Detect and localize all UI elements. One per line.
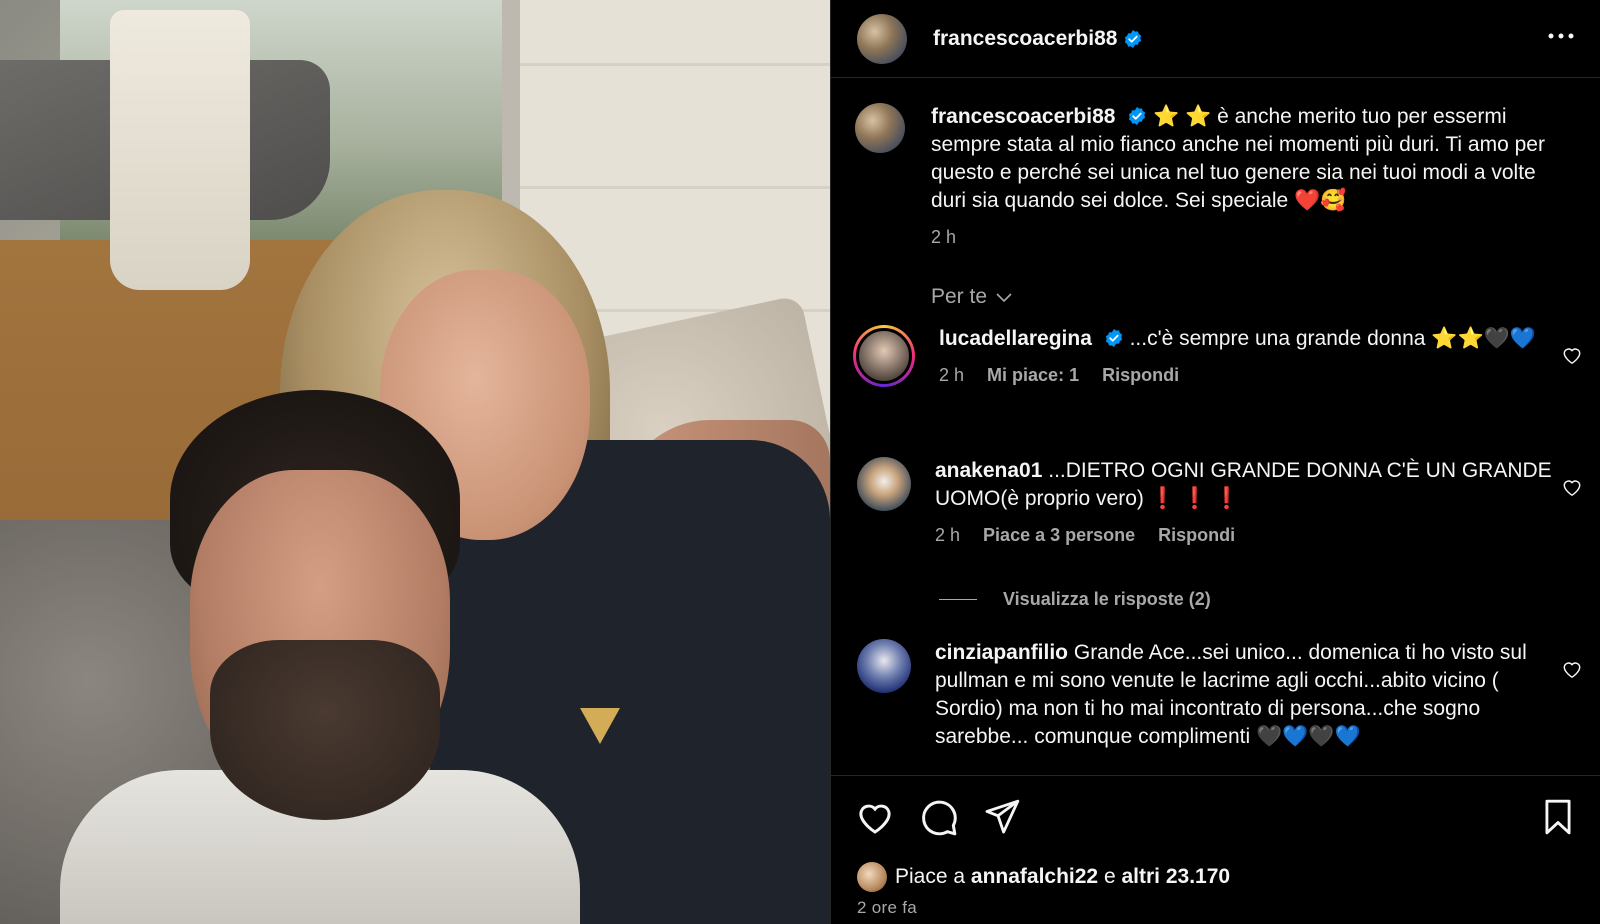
comments-list[interactable]: francescoacerbi88 ⭐ ⭐ è anche merito tuo… [831, 79, 1600, 774]
post-side-panel: francescoacerbi88 francescoacerbi88 ⭐ ⭐ … [830, 0, 1600, 924]
caption-author-avatar[interactable] [855, 103, 905, 153]
caption-meta: 2 h [931, 227, 1561, 248]
liker-avatar[interactable] [857, 862, 887, 892]
verified-badge-icon [1129, 107, 1146, 125]
comment-time[interactable]: 2 h [935, 525, 960, 545]
photo-chair [110, 10, 250, 290]
post-header: francescoacerbi88 [831, 0, 1600, 78]
like-comment-heart-icon[interactable] [1561, 345, 1583, 365]
reply-button[interactable]: Rispondi [1158, 525, 1235, 545]
verified-badge-icon [1125, 29, 1142, 48]
view-replies-label: Visualizza le risposte (2) [1003, 589, 1211, 609]
liker-username[interactable]: annafalchi22 [971, 865, 1098, 889]
comment-text-block: anakena01 ...DIETRO OGNI GRANDE DONNA C'… [935, 457, 1555, 513]
commenter-avatar[interactable] [857, 457, 911, 511]
post-actions-bar: Piace a annafalchi22 e altri 23.170 2 or… [831, 775, 1600, 924]
like-heart-icon[interactable] [855, 798, 895, 836]
comment-likes-count[interactable]: Piace a 3 persone [983, 525, 1135, 545]
likes-joiner: e [1103, 865, 1116, 888]
comment-text: ...c'è sempre una grande donna ⭐⭐🖤💙 [1129, 327, 1536, 350]
comments-filter-label: Per te [931, 285, 988, 308]
comment-item: anakena01 ...DIETRO OGNI GRANDE DONNA C'… [853, 457, 1583, 546]
comment-item: cinziapanfilio Grande Ace...sei unico...… [853, 639, 1583, 751]
replies-divider [939, 599, 977, 600]
photo-man-beard [210, 640, 440, 820]
like-comment-heart-icon[interactable] [1561, 477, 1583, 497]
save-bookmark-icon[interactable] [1541, 798, 1575, 836]
comments-filter-dropdown[interactable]: Per te [931, 285, 1013, 309]
commenter-avatar[interactable] [857, 639, 911, 693]
comment-text-block: cinziapanfilio Grande Ace...sei unico...… [935, 639, 1555, 751]
post-photo[interactable] [0, 0, 830, 924]
post-timestamp[interactable]: 2 ore fa [857, 898, 917, 918]
comment-text-block: lucadellaregina ...c'è sempre una grande… [939, 325, 1559, 353]
likes-others-count[interactable]: altri 23.170 [1122, 865, 1231, 889]
comment-item: lucadellaregina ...c'è sempre una grande… [853, 325, 1583, 387]
caption-text-block: francescoacerbi88 ⭐ ⭐ è anche merito tuo… [931, 103, 1561, 215]
author-avatar[interactable] [857, 13, 907, 64]
reply-button[interactable]: Rispondi [1102, 365, 1179, 385]
caption-time[interactable]: 2 h [931, 227, 956, 247]
comment-bubble-icon[interactable] [919, 798, 959, 838]
verified-badge-icon [1105, 329, 1122, 347]
commenter-avatar-story-ring[interactable] [853, 325, 915, 387]
more-options-icon[interactable] [1546, 26, 1576, 46]
comment-username[interactable]: lucadellaregina [939, 327, 1092, 350]
comment-time[interactable]: 2 h [939, 365, 964, 385]
comment-username[interactable]: anakena01 [935, 459, 1042, 482]
post-caption: francescoacerbi88 ⭐ ⭐ è anche merito tuo… [855, 103, 1575, 248]
author-username[interactable]: francescoacerbi88 [933, 27, 1117, 51]
comment-meta: 2 h Mi piace: 1 Rispondi [939, 365, 1559, 386]
like-comment-heart-icon[interactable] [1561, 659, 1583, 679]
share-send-icon[interactable] [983, 798, 1021, 836]
comment-likes-count[interactable]: Mi piace: 1 [987, 365, 1079, 385]
comment-meta: 2 h Piace a 3 persone Rispondi [935, 525, 1555, 546]
view-replies-button[interactable]: Visualizza le risposte (2) [939, 589, 1211, 610]
caption-username[interactable]: francescoacerbi88 [931, 105, 1115, 128]
likes-prefix: Piace a [895, 865, 966, 888]
comment-username[interactable]: cinziapanfilio [935, 641, 1068, 664]
photo-pendant [580, 708, 620, 744]
chevron-down-icon [996, 293, 1012, 303]
likes-summary[interactable]: Piace a annafalchi22 e altri 23.170 [857, 862, 1230, 892]
